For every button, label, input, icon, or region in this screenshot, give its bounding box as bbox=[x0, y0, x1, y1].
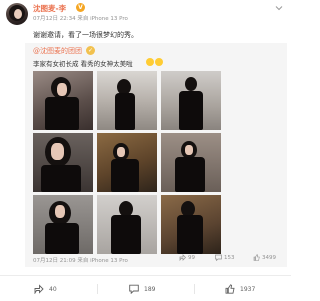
share-count: 40 bbox=[49, 285, 57, 293]
photo-skin bbox=[185, 145, 193, 155]
repost-like-stat[interactable]: 3499 bbox=[253, 254, 276, 261]
share-icon bbox=[179, 254, 186, 261]
action-bar: 40 189 1937 bbox=[0, 275, 291, 301]
photo-5[interactable] bbox=[97, 133, 157, 192]
photo-skin bbox=[57, 83, 67, 96]
repost-card[interactable]: @沈图麦的团团 ✓ 李家有女初长成 看秀的女神太美啦 07月12日 21:09 … bbox=[25, 43, 287, 267]
photo-6[interactable] bbox=[161, 133, 221, 192]
photo-8[interactable] bbox=[97, 195, 157, 254]
share-icon bbox=[34, 284, 44, 294]
repost-meta: 07月12日 21:09 来自 iPhone 13 Pro bbox=[33, 258, 128, 264]
like-icon bbox=[225, 284, 235, 294]
photo-dress bbox=[177, 215, 203, 254]
weibo-post: 沈图麦-李 V 07月12日 22:34 来自 iPhone 13 Pro 谢谢… bbox=[0, 0, 291, 300]
repost-share-count: 99 bbox=[188, 254, 195, 261]
avatar-face bbox=[14, 9, 22, 19]
comment-action[interactable]: 189 bbox=[129, 283, 155, 295]
like-icon bbox=[253, 254, 260, 261]
like-count: 1937 bbox=[240, 285, 256, 293]
author-name[interactable]: 沈图麦-李 bbox=[33, 3, 66, 14]
repost-share-stat[interactable]: 99 bbox=[179, 254, 195, 261]
photo-4[interactable] bbox=[33, 133, 93, 192]
photo-dress bbox=[111, 159, 139, 192]
repost-text: 李家有女初长成 看秀的女神太美啦 bbox=[33, 60, 133, 68]
photo-skin bbox=[51, 143, 64, 160]
photo-dress bbox=[115, 93, 135, 130]
photo-dress bbox=[175, 157, 205, 192]
vip-badge-icon: V bbox=[76, 3, 85, 12]
photo-figure bbox=[185, 77, 197, 91]
photo-3[interactable] bbox=[161, 71, 221, 130]
photo-dress bbox=[179, 91, 203, 130]
photo-dress bbox=[111, 215, 141, 254]
heart-eyes-emoji-icon bbox=[146, 58, 154, 66]
comment-count: 189 bbox=[144, 285, 156, 293]
repost-like-count: 3499 bbox=[262, 254, 276, 261]
like-action[interactable]: 1937 bbox=[225, 283, 255, 295]
photo-dress bbox=[45, 223, 79, 254]
photo-1[interactable] bbox=[33, 71, 93, 130]
post-meta: 07月12日 22:34 来自 iPhone 13 Pro bbox=[33, 16, 128, 22]
photo-grid bbox=[33, 71, 221, 254]
comment-icon bbox=[215, 254, 222, 261]
divider bbox=[97, 284, 98, 294]
photo-7[interactable] bbox=[33, 195, 93, 254]
more-icon[interactable] bbox=[275, 5, 283, 11]
photo-2[interactable] bbox=[97, 71, 157, 130]
author-avatar[interactable] bbox=[6, 3, 28, 25]
repost-badge-icon: ✓ bbox=[86, 46, 95, 55]
comment-icon bbox=[129, 284, 139, 294]
divider bbox=[194, 284, 195, 294]
repost-author[interactable]: @沈图麦的团团 bbox=[33, 46, 82, 56]
repost-comment-stat[interactable]: 153 bbox=[215, 254, 235, 261]
photo-9[interactable] bbox=[161, 195, 221, 254]
smile-emoji-icon bbox=[155, 58, 163, 66]
post-text: 谢谢邀请，看了一场很梦幻的秀。 bbox=[33, 31, 138, 39]
photo-dress bbox=[41, 165, 81, 192]
share-action[interactable]: 40 bbox=[34, 283, 57, 295]
photo-skin bbox=[55, 205, 65, 218]
repost-comment-count: 153 bbox=[224, 254, 235, 261]
photo-dress bbox=[45, 97, 79, 130]
repost-stats: 99 153 3499 bbox=[173, 254, 283, 264]
photo-skin bbox=[117, 147, 125, 157]
